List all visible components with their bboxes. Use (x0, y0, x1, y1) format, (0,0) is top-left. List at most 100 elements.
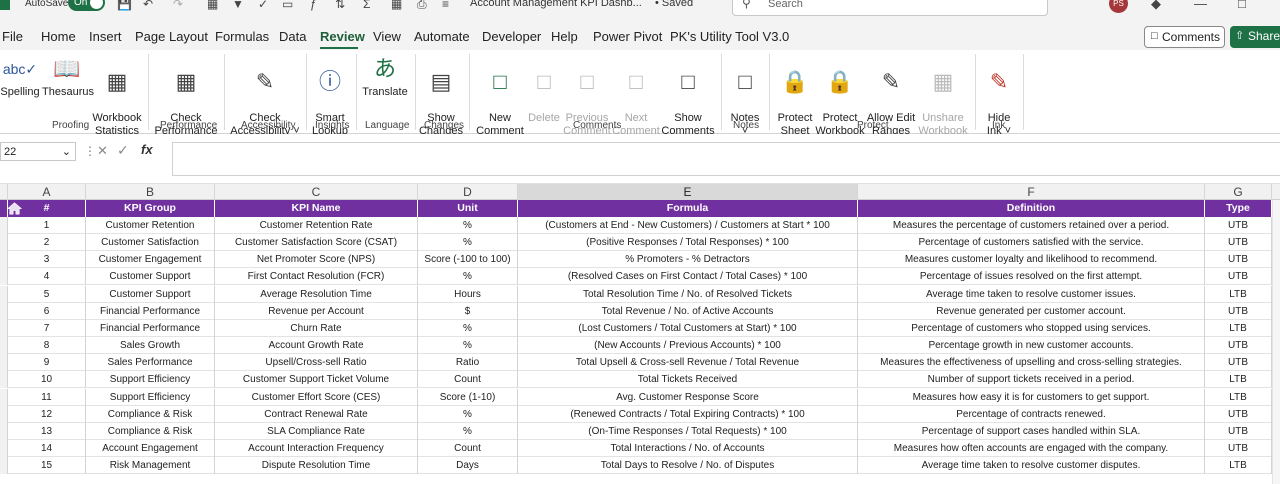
more-options-icon[interactable]: ⋮ (84, 144, 96, 158)
cell-kpi-name[interactable]: Churn Rate (215, 319, 418, 337)
row-header[interactable] (0, 439, 8, 457)
cell-definition[interactable]: Measures the percentage of customers ret… (858, 217, 1205, 234)
menu-utility-tool[interactable]: PK's Utility Tool V3.0 (670, 29, 789, 44)
chart-icon[interactable]: ▭ (282, 0, 293, 11)
cell-formula[interactable]: (Resolved Cases on First Contact / Total… (518, 268, 858, 286)
cell-kpi-name[interactable]: Customer Satisfaction Score (CSAT) (215, 234, 418, 252)
cell-unit[interactable]: % (418, 422, 518, 440)
sort-icon[interactable]: ⇅ (335, 0, 345, 11)
cell-unit[interactable]: % (418, 405, 518, 423)
cell-kpi-name[interactable]: SLA Compliance Rate (215, 422, 418, 440)
row-header[interactable] (0, 405, 8, 423)
menu-data[interactable]: Data (279, 29, 306, 44)
menu-file[interactable]: File (2, 29, 23, 44)
print-icon[interactable]: ⎙ (417, 0, 427, 12)
search-box[interactable]: ⚲ Search (732, 0, 1048, 16)
pointer-icon[interactable]: ✓ (258, 0, 268, 11)
cell-unit[interactable]: Score (-100 to 100) (418, 251, 518, 269)
cell-number[interactable]: 13 (8, 422, 86, 440)
cell-unit[interactable]: % (418, 319, 518, 337)
autosave-toggle[interactable]: On (68, 0, 105, 11)
column-header-b[interactable]: B (86, 184, 215, 200)
cell-type[interactable]: UTB (1205, 268, 1272, 286)
show-comments-button[interactable]: □ Show Comments (660, 55, 716, 138)
row-header[interactable] (0, 285, 8, 303)
cell-definition[interactable]: Measures customer loyalty and likelihood… (858, 251, 1205, 269)
cell-type[interactable]: LTB (1205, 388, 1272, 406)
cell-number[interactable]: 15 (8, 457, 86, 475)
row-header[interactable] (0, 268, 8, 286)
row-header[interactable] (0, 371, 8, 389)
cell-formula[interactable]: Total Days to Resolve / No. of Disputes (518, 457, 858, 475)
cell-kpi-name[interactable]: Customer Retention Rate (215, 217, 418, 234)
cell-type[interactable]: UTB (1205, 422, 1272, 440)
cell-kpi-name[interactable]: Dispute Resolution Time (215, 457, 418, 475)
cell-kpi-group[interactable]: Financial Performance (86, 319, 215, 337)
cell-kpi-name[interactable]: Account Interaction Frequency (215, 439, 418, 457)
avatar[interactable]: PS (1109, 0, 1128, 13)
cell-definition[interactable]: Average time taken to resolve customer d… (858, 457, 1205, 475)
cell-formula[interactable]: (New Accounts / Previous Accounts) * 100 (518, 337, 858, 355)
menu-view[interactable]: View (373, 29, 401, 44)
share-button[interactable]: ⇧ Share (1230, 26, 1280, 48)
cell-formula[interactable]: Total Interactions / No. of Accounts (518, 439, 858, 457)
insert-function-icon[interactable]: fx (141, 142, 153, 157)
cell-formula[interactable]: % Promoters - % Detractors (518, 251, 858, 269)
menu-review[interactable]: Review (320, 29, 365, 44)
row-header[interactable] (0, 388, 8, 406)
cell-kpi-name[interactable]: Revenue per Account (215, 302, 418, 320)
new-comment-button[interactable]: □ New Comment (474, 55, 526, 138)
cell-definition[interactable]: Percentage of customers who stopped usin… (858, 319, 1205, 337)
cell-type[interactable]: UTB (1205, 251, 1272, 269)
column-header-e[interactable]: E (518, 184, 858, 200)
cell-formula[interactable]: Total Resolution Time / No. of Resolved … (518, 285, 858, 303)
cell-formula[interactable]: (Lost Customers / Total Customers at Sta… (518, 319, 858, 337)
cell-formula[interactable]: (On-Time Responses / Total Requests) * 1… (518, 422, 858, 440)
column-header-g[interactable]: G (1205, 184, 1272, 200)
cell-unit[interactable]: % (418, 337, 518, 355)
cell-unit[interactable]: Days (418, 457, 518, 475)
cell-number[interactable]: 10 (8, 371, 86, 389)
cell-kpi-group[interactable]: Financial Performance (86, 302, 215, 320)
cell-unit[interactable]: $ (418, 302, 518, 320)
cell-formula[interactable]: Total Tickets Received (518, 371, 858, 389)
cell-formula[interactable]: Total Upsell & Cross-sell Revenue / Tota… (518, 354, 858, 372)
document-title[interactable]: Account Management KPI Dashb... (470, 0, 642, 9)
cell-type[interactable]: LTB (1205, 285, 1272, 303)
chevron-down-icon[interactable]: ⌄ (62, 145, 71, 158)
cell-kpi-group[interactable]: Customer Support (86, 285, 215, 303)
column-header-a[interactable]: A (8, 184, 86, 200)
menu-help[interactable]: Help (551, 29, 578, 44)
formula-input[interactable] (172, 142, 1280, 176)
cell-definition[interactable]: Percentage of issues resolved on the fir… (858, 268, 1205, 286)
comments-button[interactable]: □ Comments (1144, 26, 1225, 48)
thesaurus-button[interactable]: 📖 Thesaurus (42, 55, 94, 99)
function-icon[interactable]: ƒ (310, 0, 317, 11)
undo-icon[interactable]: ↶ (143, 0, 153, 11)
column-header-c[interactable]: C (215, 184, 418, 200)
diamond-icon[interactable]: ◆ (1151, 0, 1161, 12)
table-icon[interactable]: ▦ (207, 0, 218, 11)
cell-number[interactable]: 6 (8, 302, 86, 320)
cell-unit[interactable]: Hours (418, 285, 518, 303)
filter-icon[interactable]: ▼ (232, 0, 244, 11)
cell-type[interactable]: UTB (1205, 337, 1272, 355)
cell-formula[interactable]: (Positive Responses / Total Responses) *… (518, 234, 858, 252)
restore-icon[interactable]: □ (1238, 0, 1246, 11)
cell-unit[interactable]: % (418, 217, 518, 234)
row-header[interactable] (0, 302, 8, 320)
cancel-icon[interactable]: ✕ (97, 143, 108, 159)
cell-unit[interactable]: % (418, 234, 518, 252)
customize-toolbar-icon[interactable]: ≡ (442, 0, 449, 11)
cell-type[interactable]: UTB (1205, 354, 1272, 372)
cell-definition[interactable]: Measures the effectiveness of upselling … (858, 354, 1205, 372)
cell-kpi-group[interactable]: Sales Performance (86, 354, 215, 372)
cell-unit[interactable]: Count (418, 439, 518, 457)
cell-kpi-name[interactable]: Average Resolution Time (215, 285, 418, 303)
cell-unit[interactable]: Score (1-10) (418, 388, 518, 406)
row-header[interactable] (0, 354, 8, 372)
cell-unit[interactable]: % (418, 268, 518, 286)
vertical-scrollbar[interactable] (1272, 200, 1280, 484)
cell-definition[interactable]: Percentage of customers satisfied with t… (858, 234, 1205, 252)
cell-formula[interactable]: (Renewed Contracts / Total Expiring Cont… (518, 405, 858, 423)
